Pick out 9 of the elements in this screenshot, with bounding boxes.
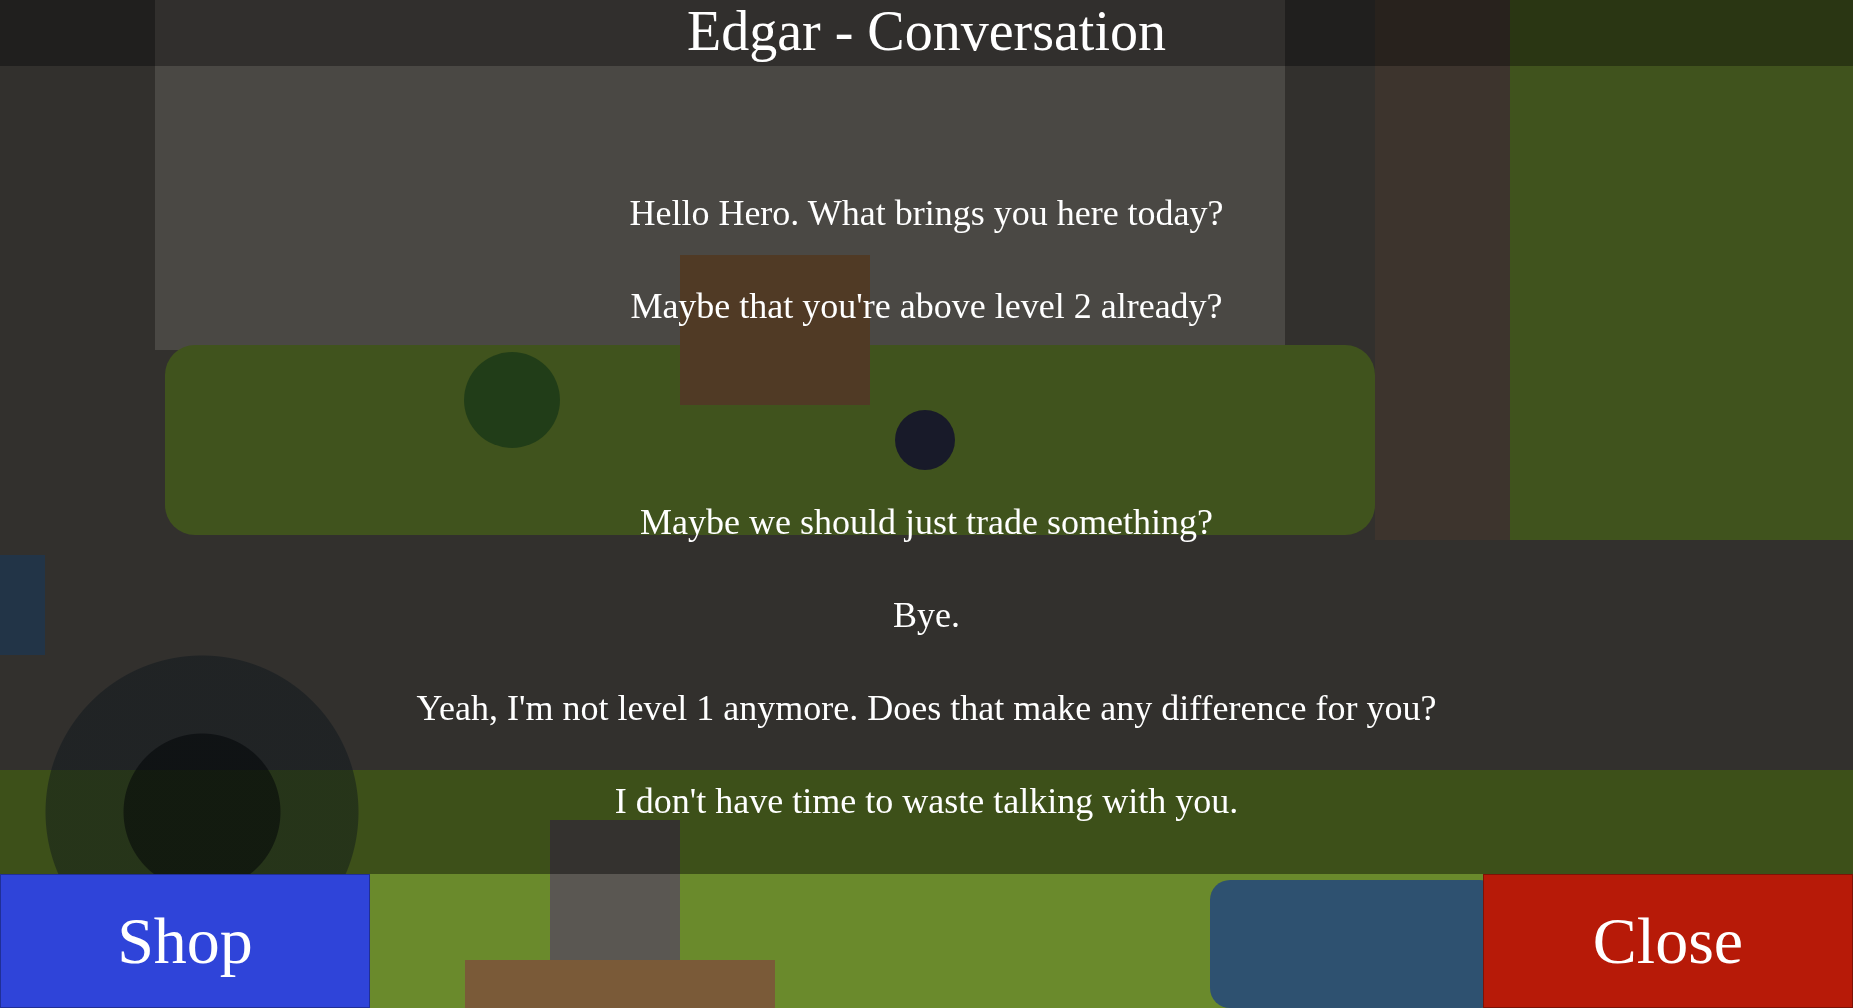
dialog-option[interactable]: Maybe we should just trade something? (640, 502, 1213, 542)
npc-message: Maybe that you're above level 2 already? (630, 286, 1223, 326)
window-title: Edgar - Conversation (687, 0, 1166, 62)
dialog-option[interactable]: Yeah, I'm not level 1 anymore. Does that make any difference for you? (416, 688, 1437, 728)
dialog-option[interactable]: I don't have time to waste talking with you. (614, 781, 1239, 821)
close-button[interactable]: Close (1483, 874, 1853, 1008)
dialog-option[interactable]: Bye. (893, 595, 960, 635)
npc-message: Hello Hero. What brings you here today? (629, 193, 1224, 233)
shop-button[interactable]: Shop (0, 874, 370, 1008)
